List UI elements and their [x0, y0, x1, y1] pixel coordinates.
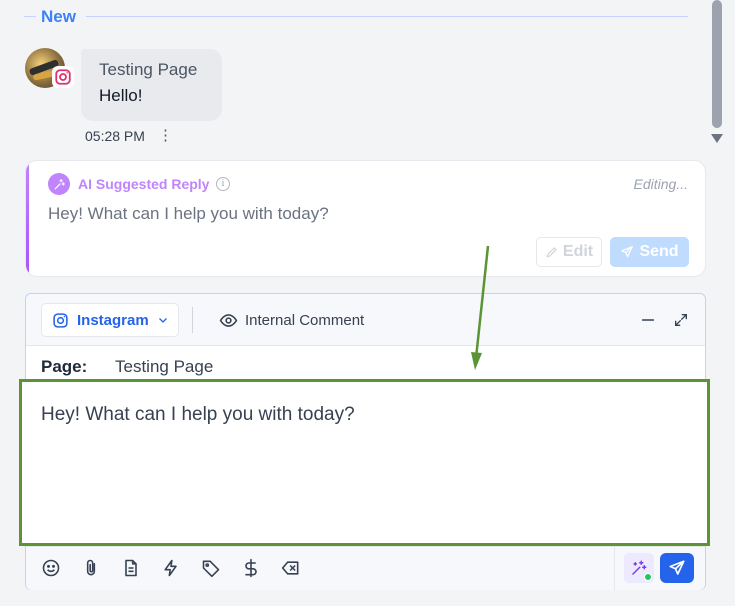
instagram-icon — [52, 66, 74, 88]
send-button[interactable] — [660, 553, 694, 583]
send-icon — [621, 246, 634, 258]
chevron-down-icon — [158, 318, 167, 323]
message-sender: Testing Page — [99, 60, 198, 79]
conversation-pane: New Testing Page Hello! 05:28 PM ⋮ AI Su… — [0, 0, 735, 606]
document-icon[interactable] — [119, 556, 143, 580]
tag-icon[interactable] — [199, 556, 223, 580]
toolbar-separator — [614, 547, 615, 591]
ai-suggested-reply-card: AI Suggested Reply i Editing... Hey! Wha… — [25, 160, 706, 277]
lightning-icon[interactable] — [159, 556, 183, 580]
send-suggestion-button[interactable]: Send — [610, 237, 689, 267]
ai-reply-title: AI Suggested Reply — [78, 176, 210, 192]
clear-icon[interactable] — [279, 556, 303, 580]
send-icon — [669, 560, 685, 575]
emoji-icon[interactable] — [39, 556, 63, 580]
sparkle-icon — [48, 173, 70, 195]
reply-text: Hey! What can I help you with today? — [41, 404, 355, 425]
internal-comment-tab[interactable]: Internal Comment — [219, 308, 364, 332]
divider-line — [86, 16, 688, 17]
composer-header: Instagram Internal Comment — [26, 294, 705, 346]
scrollbar[interactable] — [711, 0, 723, 150]
edit-label: Edit — [562, 243, 594, 260]
scrollbar-thumb[interactable] — [712, 0, 722, 128]
new-messages-divider: New — [24, 4, 688, 30]
attachment-icon[interactable] — [79, 556, 103, 580]
edit-button[interactable]: Edit — [536, 237, 602, 267]
minimize-icon[interactable] — [639, 311, 657, 329]
ai-assist-button[interactable] — [624, 553, 654, 583]
reply-textarea[interactable]: Hey! What can I help you with today? — [19, 379, 710, 546]
page-key: Page: — [41, 357, 88, 376]
message-time: 05:28 PM — [85, 128, 145, 144]
composer-toolbar — [26, 546, 705, 591]
message-text: Hello! — [99, 86, 143, 105]
divider-line — [24, 16, 36, 17]
info-icon[interactable]: i — [216, 177, 230, 191]
ai-card-accent — [26, 161, 29, 276]
ai-reply-text: Hey! What can I help you with today? — [48, 204, 329, 223]
instagram-icon — [53, 312, 68, 328]
channel-select[interactable]: Instagram — [41, 303, 179, 337]
channel-label: Instagram — [77, 311, 149, 329]
scroll-down-arrow-icon[interactable] — [711, 134, 723, 143]
expand-icon[interactable] — [671, 310, 691, 330]
header-separator — [192, 307, 193, 333]
send-label: Send — [639, 243, 679, 260]
internal-comment-label: Internal Comment — [245, 311, 365, 329]
message-more-icon[interactable]: ⋮ — [158, 128, 173, 144]
dollar-icon[interactable] — [239, 556, 263, 580]
message-bubble: Testing Page Hello! — [81, 49, 222, 121]
status-dot — [644, 573, 652, 581]
pencil-icon — [546, 247, 557, 258]
divider-label: New — [41, 7, 76, 26]
page-value: Testing Page — [115, 357, 214, 376]
ai-reply-status: Editing... — [633, 176, 688, 192]
eye-icon — [219, 313, 238, 327]
